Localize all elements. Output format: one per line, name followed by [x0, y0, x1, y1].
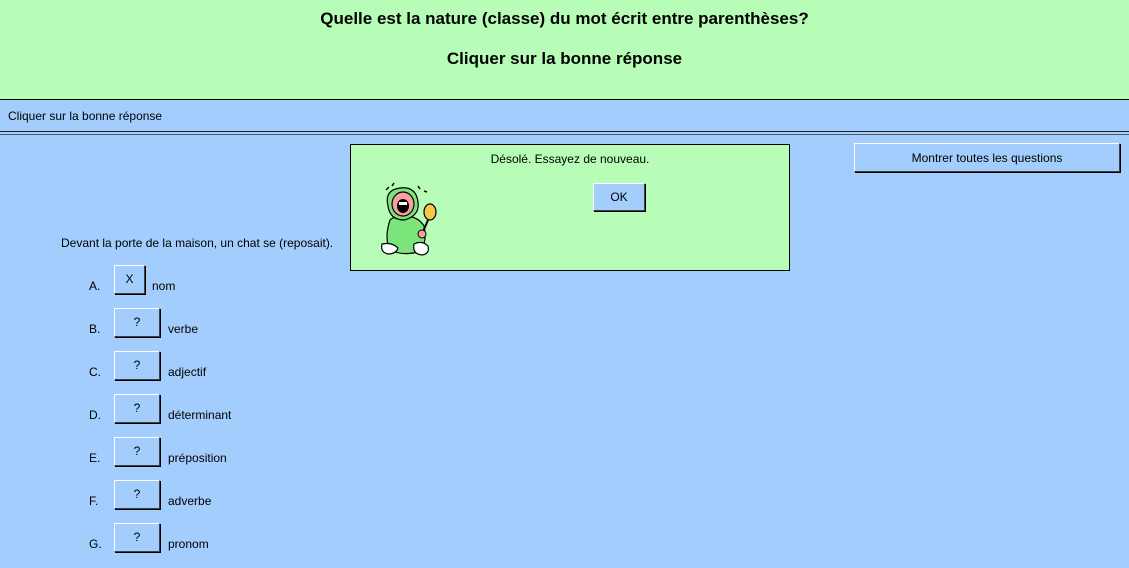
answer-button-c[interactable]: ? — [114, 351, 160, 380]
feedback-dialog: Désolé. Essayez de nouveau. OK — [350, 144, 790, 271]
instruction-text: Cliquer sur la bonne réponse — [8, 109, 163, 123]
divider — [0, 134, 1129, 135]
question-text: Devant la porte de la maison, un chat se… — [61, 236, 334, 250]
answer-label: nom — [152, 279, 176, 293]
answer-label: adjectif — [168, 365, 207, 379]
ok-button[interactable]: OK — [593, 183, 645, 211]
page-subtitle: Cliquer sur la bonne réponse — [446, 49, 683, 68]
option-letter: B. — [89, 322, 101, 336]
crying-baby-icon — [381, 182, 437, 256]
option-letter: D. — [89, 408, 101, 422]
answer-label: adverbe — [168, 494, 212, 508]
instruction-bar: Cliquer sur la bonne réponse — [0, 100, 1129, 131]
answer-button-d[interactable]: ? — [114, 394, 160, 423]
answer-label: préposition — [168, 451, 227, 465]
answer-button-a[interactable]: X — [114, 265, 145, 294]
option-letter: G. — [89, 537, 102, 551]
dialog-message: Désolé. Essayez de nouveau. — [490, 152, 650, 166]
header: Quelle est la nature (classe) du mot écr… — [0, 0, 1129, 100]
answer-button-g[interactable]: ? — [114, 523, 160, 552]
answer-button-b[interactable]: ? — [114, 308, 160, 337]
option-letter: E. — [89, 451, 101, 465]
answer-button-f[interactable]: ? — [114, 480, 160, 509]
option-letter: C. — [89, 365, 101, 379]
option-letter: A. — [89, 279, 101, 293]
page-title: Quelle est la nature (classe) du mot écr… — [320, 9, 809, 28]
answer-label: pronom — [168, 537, 209, 551]
show-all-questions-button[interactable]: Montrer toutes les questions — [854, 143, 1120, 172]
answer-label: verbe — [168, 322, 199, 336]
option-letter: F. — [89, 494, 99, 508]
answer-button-e[interactable]: ? — [114, 437, 160, 466]
answer-label: déterminant — [168, 408, 232, 422]
divider — [0, 131, 1129, 132]
